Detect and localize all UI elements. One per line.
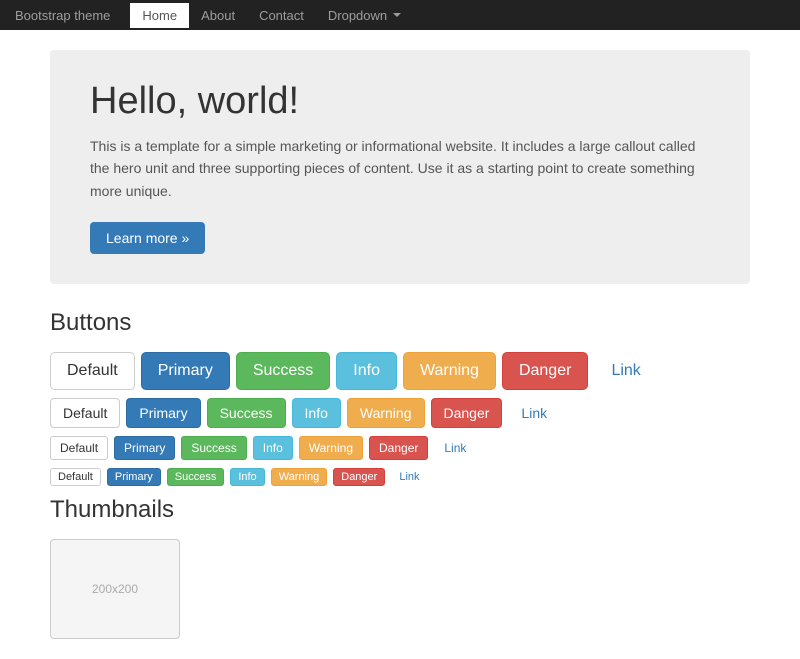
btn-info-md[interactable]: Info <box>292 398 341 428</box>
btn-info-xs[interactable]: Info <box>230 468 264 486</box>
btn-success-xs[interactable]: Success <box>167 468 225 486</box>
btn-default-lg[interactable]: Default <box>50 352 135 390</box>
btn-info-sm[interactable]: Info <box>253 436 293 460</box>
button-row-sm: Default Primary Success Info Warning Dan… <box>50 436 750 460</box>
dropdown-caret-icon <box>393 13 401 17</box>
btn-default-xs[interactable]: Default <box>50 468 101 486</box>
btn-link-md[interactable]: Link <box>508 398 560 428</box>
btn-success-sm[interactable]: Success <box>181 436 246 460</box>
btn-primary-xs[interactable]: Primary <box>107 468 161 486</box>
hero-section: Hello, world! This is a template for a s… <box>50 50 750 284</box>
navbar: Bootstrap theme Home About Contact Dropd… <box>0 0 800 30</box>
btn-danger-lg[interactable]: Danger <box>502 352 588 390</box>
thumbnails-section: Thumbnails 200x200 <box>50 496 750 639</box>
hero-title: Hello, world! <box>90 80 710 123</box>
thumbnail-label: 200x200 <box>92 582 138 596</box>
buttons-section: Buttons Default Primary Success Info War… <box>50 309 750 486</box>
btn-warning-xs[interactable]: Warning <box>271 468 328 486</box>
buttons-section-title: Buttons <box>50 309 750 337</box>
button-row-lg: Default Primary Success Info Warning Dan… <box>50 352 750 390</box>
nav-item-about[interactable]: About <box>189 3 247 28</box>
btn-warning-md[interactable]: Warning <box>347 398 425 428</box>
button-row-xs: Default Primary Success Info Warning Dan… <box>50 468 750 486</box>
btn-default-sm[interactable]: Default <box>50 436 108 460</box>
btn-primary-sm[interactable]: Primary <box>114 436 175 460</box>
nav-item-dropdown[interactable]: Dropdown <box>316 3 413 28</box>
btn-default-md[interactable]: Default <box>50 398 120 428</box>
btn-success-md[interactable]: Success <box>207 398 286 428</box>
hero-description: This is a template for a simple marketin… <box>90 135 710 202</box>
learn-more-button[interactable]: Learn more » <box>90 222 205 254</box>
btn-info-lg[interactable]: Info <box>336 352 397 390</box>
btn-success-lg[interactable]: Success <box>236 352 330 390</box>
thumbnail-placeholder: 200x200 <box>50 539 180 639</box>
btn-warning-lg[interactable]: Warning <box>403 352 496 390</box>
navbar-brand[interactable]: Bootstrap theme <box>15 8 110 23</box>
btn-link-xs[interactable]: Link <box>391 468 427 486</box>
button-row-md: Default Primary Success Info Warning Dan… <box>50 398 750 428</box>
btn-link-lg[interactable]: Link <box>594 352 657 390</box>
btn-danger-xs[interactable]: Danger <box>333 468 385 486</box>
btn-danger-md[interactable]: Danger <box>431 398 503 428</box>
btn-link-sm[interactable]: Link <box>434 436 476 460</box>
main-content: Hello, world! This is a template for a s… <box>35 30 765 659</box>
nav-items: Home About Contact Dropdown <box>130 3 413 28</box>
btn-warning-sm[interactable]: Warning <box>299 436 363 460</box>
btn-primary-lg[interactable]: Primary <box>141 352 230 390</box>
btn-primary-md[interactable]: Primary <box>126 398 200 428</box>
nav-item-home[interactable]: Home <box>130 3 189 28</box>
thumbnails-section-title: Thumbnails <box>50 496 750 524</box>
btn-danger-sm[interactable]: Danger <box>369 436 428 460</box>
nav-item-contact[interactable]: Contact <box>247 3 316 28</box>
